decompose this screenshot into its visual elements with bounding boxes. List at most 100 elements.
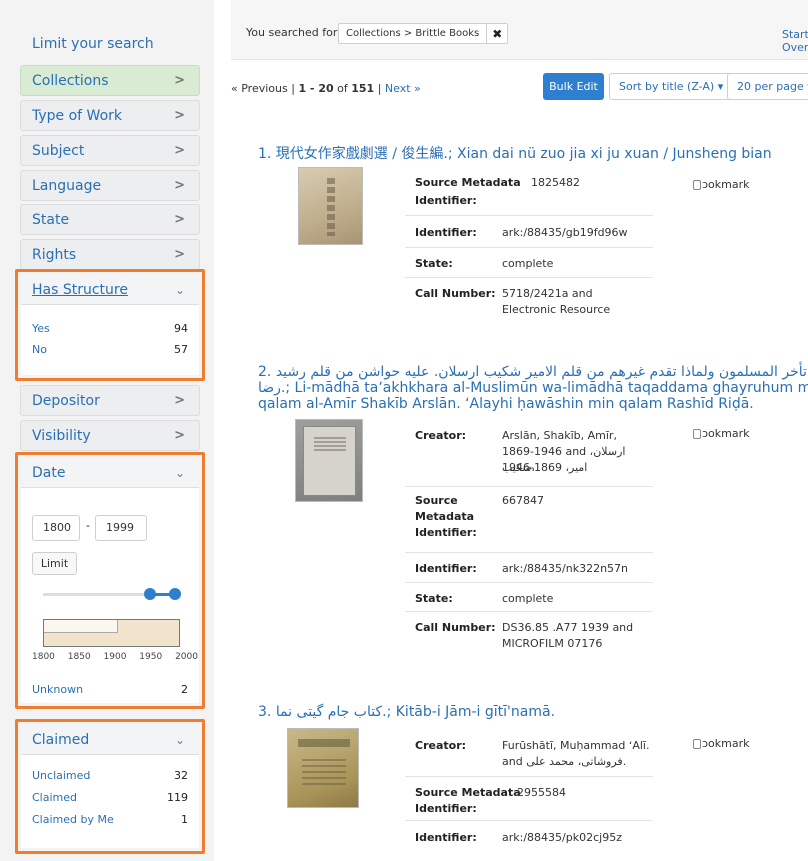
bulk-edit-button[interactable]: Bulk Edit <box>543 73 604 100</box>
thumbnail-text <box>302 759 346 785</box>
thumbnail-calligraphy <box>327 178 335 236</box>
facet-label: Visibility <box>32 427 91 444</box>
result-title-link[interactable]: 3. كتاب جام گیتی نما.; Kitāb-i Jām-i gīt… <box>258 705 555 720</box>
date-from-input[interactable]: 1800 <box>32 515 80 541</box>
axis-tick: 1800 <box>32 652 55 662</box>
pagination: « Previous | 1 - 20 of 151 | Next » <box>231 82 421 95</box>
result-title-link-line2[interactable]: رضا.; Li-mādhā taʼakhkhara al-Muslimūn w… <box>258 381 808 396</box>
bookmark-toggle[interactable]: ɔokmark <box>693 178 750 191</box>
facet-depositor[interactable]: Depositor > <box>20 385 200 416</box>
facet-value-label: No <box>32 343 47 356</box>
bookmark-checkbox[interactable] <box>693 428 701 439</box>
metadata-row: Source Metadata Identifier: 2955584 <box>405 776 653 820</box>
facet-rights[interactable]: Rights > <box>20 239 200 270</box>
facet-has-structure: Has Structure ⌄ Yes 94 No 57 <box>15 269 205 381</box>
facet-collections[interactable]: Collections > <box>20 65 200 96</box>
result-title-link-line3[interactable]: qalam al-Amīr Shakīb Arslān. ʻAlayhi ḥaw… <box>258 397 754 412</box>
facet-visibility[interactable]: Visibility > <box>20 420 200 451</box>
previous-link[interactable]: « Previous <box>231 82 288 95</box>
facet-subject[interactable]: Subject > <box>20 135 200 166</box>
bookmark-toggle[interactable]: ɔokmark <box>693 427 750 440</box>
facet-state[interactable]: State > <box>20 204 200 235</box>
facet-date-header[interactable]: Date ⌄ <box>21 458 199 488</box>
facet-date: Date ⌄ 1800 - 1999 Limit 1800 1850 1900 … <box>15 452 205 709</box>
facet-label: Type of Work <box>32 107 123 124</box>
metadata-value: Electronic Resource <box>502 303 611 316</box>
facet-value-claimed[interactable]: Claimed 119 <box>32 791 188 804</box>
facet-label: Language <box>32 177 102 194</box>
result-thumbnail[interactable] <box>295 419 363 502</box>
facet-claimed-header[interactable]: Claimed ⌄ <box>21 725 199 755</box>
facet-value-yes[interactable]: Yes 94 <box>32 322 188 335</box>
metadata-row: Identifier: ark:/88435/gb19fd96w <box>405 215 653 247</box>
metadata-row: Creator: Arslān, Shakīb, Amīr, 1869-1946… <box>405 422 653 486</box>
date-histogram <box>43 619 180 647</box>
date-slider-min-handle[interactable] <box>144 588 156 600</box>
metadata-value: and فروشاتی، محمد علی. <box>502 755 627 768</box>
result-thumbnail[interactable] <box>287 728 359 808</box>
chevron-right-icon: > <box>174 178 185 193</box>
metadata-key: Creator: <box>415 429 467 442</box>
result-total: 151 <box>351 82 375 95</box>
bookmark-toggle[interactable]: ɔokmark <box>693 737 750 750</box>
bookmark-label: ɔokmark <box>702 737 750 750</box>
result-thumbnail[interactable] <box>298 167 363 245</box>
facet-label: Claimed <box>32 731 90 748</box>
bookmark-checkbox[interactable] <box>693 179 701 190</box>
metadata-value: ark:/88435/gb19fd96w <box>502 226 628 239</box>
metadata-value: MICROFILM 07176 <box>502 637 603 650</box>
metadata-key: State: <box>415 257 453 270</box>
metadata-value: 1825482 <box>531 176 580 189</box>
chevron-right-icon: > <box>174 73 185 88</box>
facet-label: Depositor <box>32 392 100 409</box>
metadata-value: complete <box>502 592 554 605</box>
you-searched-label: You searched for: <box>246 26 341 39</box>
facet-has-structure-header[interactable]: Has Structure ⌄ <box>21 275 199 305</box>
search-constraints-bar: You searched for: Collections > Brittle … <box>231 0 808 60</box>
facet-type-of-work[interactable]: Type of Work > <box>20 100 200 131</box>
bookmark-label: ɔokmark <box>702 427 750 440</box>
thumbnail-text <box>314 437 346 451</box>
metadata-key: Identifier: <box>415 802 477 815</box>
chevron-right-icon: > <box>174 247 185 262</box>
facet-value-label: Unclaimed <box>32 769 91 782</box>
facet-value-count: 32 <box>174 769 188 782</box>
facet-language[interactable]: Language > <box>20 170 200 201</box>
date-limit-button[interactable]: Limit <box>32 552 77 575</box>
start-over-link[interactable]: Start Over <box>782 28 808 54</box>
search-constraint-pill: Collections > Brittle Books ✖ <box>338 23 509 44</box>
next-link[interactable]: Next » <box>385 82 421 95</box>
date-to-input[interactable]: 1999 <box>95 515 147 541</box>
chevron-right-icon: > <box>174 108 185 123</box>
facet-label: Rights <box>32 246 77 263</box>
metadata-value: 5718/2421a and <box>502 287 593 300</box>
chevron-right-icon: > <box>174 428 185 443</box>
chevron-down-icon: ⌄ <box>174 465 185 480</box>
constraint-label[interactable]: Collections > Brittle Books <box>339 24 488 43</box>
metadata-value: Arslān, Shakīb, Amīr, <box>502 429 617 442</box>
facet-label: Subject <box>32 142 85 159</box>
axis-tick: 1850 <box>67 652 91 662</box>
metadata-key: Source Metadata <box>415 786 521 799</box>
bookmark-checkbox[interactable] <box>693 738 701 749</box>
facet-value-unclaimed[interactable]: Unclaimed 32 <box>32 769 188 782</box>
sort-dropdown[interactable]: Sort by title (Z-A) ▾ <box>609 73 734 100</box>
histogram-bar <box>44 620 118 633</box>
result-title-link[interactable]: 1. 現代女作家戲劇選 / 俊生編.; Xian dai nü zuo jia … <box>258 147 772 162</box>
metadata-value: امير، 1869-1946 <box>502 461 588 474</box>
facet-value-claimed-by-me[interactable]: Claimed by Me 1 <box>32 813 188 826</box>
facet-value-unknown[interactable]: Unknown 2 <box>32 683 188 696</box>
metadata-row: Source Metadata Identifier: 667847 <box>405 486 653 552</box>
date-slider-max-handle[interactable] <box>169 588 181 600</box>
per-page-dropdown[interactable]: 20 per page ▾ <box>727 73 808 100</box>
facet-value-no[interactable]: No 57 <box>32 343 188 356</box>
facet-label: Collections <box>32 72 109 89</box>
chevron-right-icon: > <box>174 212 185 227</box>
metadata-row: State: complete <box>405 247 653 277</box>
metadata-value: ark:/88435/pk02cj95z <box>502 831 622 844</box>
remove-constraint-icon[interactable]: ✖ <box>487 24 507 43</box>
facet-value-count: 94 <box>174 322 188 335</box>
metadata-key: Creator: <box>415 739 467 752</box>
metadata-row: Source Metadata Identifier: 1825482 <box>405 170 653 215</box>
result-title-link[interactable]: لماذا تأخر المسلمون ولماذا تقدم غيرهم من… <box>258 365 808 380</box>
